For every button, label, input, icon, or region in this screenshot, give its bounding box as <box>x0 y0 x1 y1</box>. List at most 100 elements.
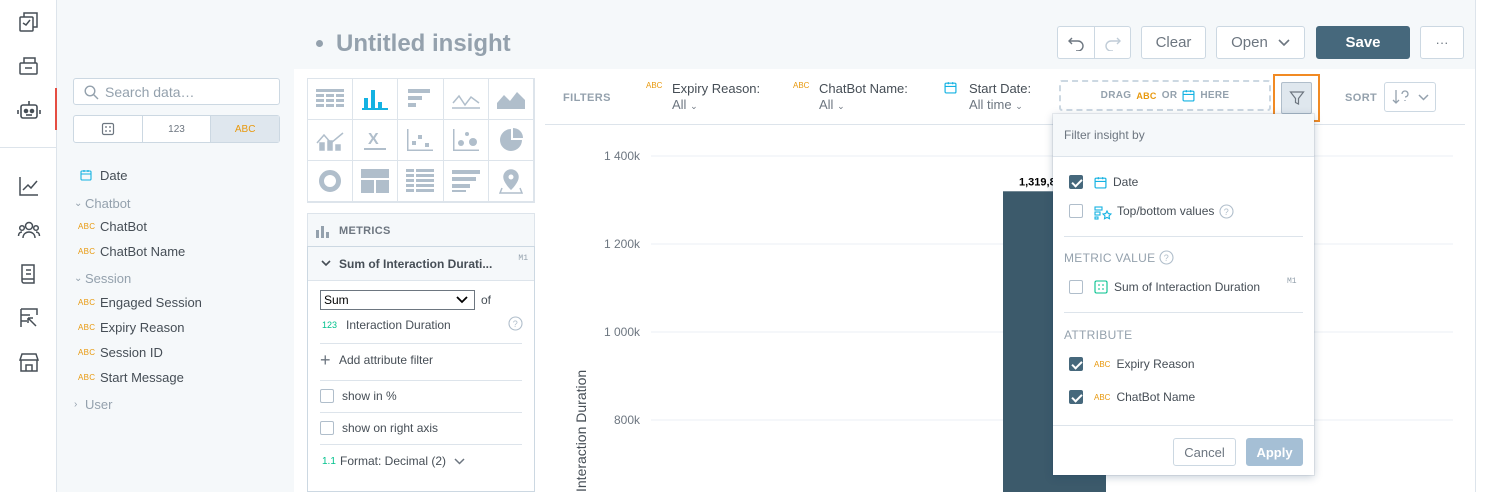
format-selector[interactable]: 1.1 Format: Decimal (2) <box>322 454 465 468</box>
insight-chart: 1 400k 1 200k 1 000k 800k Interaction Durati… <box>573 149 1453 492</box>
filter-expiry-reason[interactable]: ABC Expiry Reason: All ⌄ <box>646 81 761 112</box>
search-input[interactable] <box>105 83 275 101</box>
y-tick-label: 1 200k <box>604 237 641 251</box>
catalog-item-engaged-session[interactable]: ABC Engaged Session <box>78 293 202 311</box>
app-navigation <box>0 0 57 492</box>
bar-chart-icon[interactable] <box>398 79 444 120</box>
metric-checkbox[interactable] <box>1069 280 1083 294</box>
catalog-item-start-message[interactable]: ABC Start Message <box>78 368 184 386</box>
pie-chart-icon[interactable] <box>488 120 534 161</box>
show-right-axis-checkbox[interactable] <box>320 421 334 435</box>
redo-button[interactable] <box>1094 26 1131 59</box>
right-scroll-area <box>1475 0 1494 492</box>
attribute-type-icon: ABC <box>78 246 96 256</box>
filter-drop-zone[interactable]: DRAG ABC OR HERE <box>1059 80 1271 111</box>
metric-header[interactable]: Sum of Interaction Durati... M1 <box>308 247 534 281</box>
sort-button[interactable] <box>1384 82 1436 112</box>
bar-data-label: 1,319,8 <box>1019 176 1056 188</box>
date-checkbox[interactable] <box>1069 175 1083 189</box>
area-chart-icon[interactable] <box>488 79 534 120</box>
analyze-icon[interactable] <box>15 52 43 80</box>
option-metric[interactable]: Sum of Interaction Duration <box>1069 278 1260 296</box>
column-chart-icon[interactable] <box>353 79 399 120</box>
store-icon[interactable] <box>15 348 43 376</box>
chevron-down-icon: ⌄ <box>74 197 83 209</box>
clear-button[interactable]: Clear <box>1141 26 1206 59</box>
expiry-reason-checkbox[interactable] <box>1069 357 1083 371</box>
option-top-bottom[interactable]: Top/bottom values ? <box>1069 202 1234 220</box>
type-filter-all[interactable] <box>74 116 143 142</box>
catalog-item-expiry-reason[interactable]: ABC Expiry Reason <box>78 318 185 336</box>
insight-title[interactable]: Untitled insight <box>336 30 511 58</box>
catalog-item-session-id[interactable]: ABC Session ID <box>78 343 163 361</box>
divider <box>1064 236 1303 237</box>
measure-label: Interaction Duration <box>346 318 451 332</box>
line-chart-icon[interactable] <box>443 79 489 120</box>
help-icon[interactable]: ? <box>1159 250 1174 265</box>
scatter-plot-icon[interactable] <box>398 120 444 161</box>
treemap-icon[interactable] <box>353 161 399 202</box>
open-button[interactable]: Open <box>1216 26 1305 59</box>
add-attribute-filter-button[interactable]: + Add attribute filter <box>320 351 434 369</box>
more-button[interactable]: ··· <box>1420 26 1464 59</box>
undo-button[interactable] <box>1057 26 1094 59</box>
save-button[interactable]: Save <box>1316 26 1410 59</box>
type-filter-attributes[interactable]: ABC <box>211 116 280 142</box>
donut-chart-icon[interactable] <box>308 161 354 202</box>
chatbot-icon[interactable] <box>15 96 43 124</box>
catalog-item-chatbot[interactable]: ABC ChatBot <box>78 217 147 235</box>
metric-title: Sum of Interaction Durati... <box>339 256 493 271</box>
unsaved-dot <box>316 40 323 47</box>
catalog-item-chatbot-name[interactable]: ABC ChatBot Name <box>78 242 185 260</box>
catalog-group-user[interactable]: › User <box>74 395 112 413</box>
combo-chart-icon[interactable] <box>308 120 354 161</box>
attribute-type-icon: ABC <box>78 221 96 231</box>
top-bottom-checkbox[interactable] <box>1069 204 1083 218</box>
attribute-section: ATTRIBUTE <box>1064 328 1133 342</box>
catalog-item-label: Date <box>100 167 128 183</box>
filter-start-date[interactable]: Start Date: All time ⌄ <box>944 81 1031 112</box>
geo-chart-icon[interactable] <box>488 161 534 202</box>
filter-name: Expiry Reason: <box>672 81 761 96</box>
users-icon[interactable] <box>15 216 43 244</box>
catalog-group-session[interactable]: ⌄ Session <box>74 269 131 287</box>
filter-value: All ⌄ <box>819 97 845 112</box>
trends-icon[interactable] <box>15 172 43 200</box>
chatbot-name-checkbox[interactable] <box>1069 390 1083 404</box>
retention-icon[interactable] <box>15 304 43 332</box>
option-label: Expiry Reason <box>1116 357 1195 371</box>
add-filter-label: Add attribute filter <box>339 353 434 367</box>
undo-icon <box>1068 37 1084 51</box>
visualization-picker: X <box>307 78 535 203</box>
catalog-item-label: Start Message <box>100 369 184 385</box>
chevron-down-icon <box>455 293 469 310</box>
show-percent-checkbox[interactable] <box>320 389 334 403</box>
reports-icon[interactable] <box>15 260 43 288</box>
metrics-label: METRICS <box>339 224 391 237</box>
option-date[interactable]: Date <box>1069 173 1138 191</box>
table-viz-icon[interactable] <box>308 79 354 120</box>
filter-chatbot-name[interactable]: ABC ChatBot Name: All ⌄ <box>793 81 908 112</box>
option-expiry-reason[interactable]: ABC Expiry Reason <box>1069 355 1195 373</box>
show-right-axis-option[interactable]: show on right axis <box>320 421 438 435</box>
catalog-item-date[interactable]: Date <box>80 166 127 184</box>
help-icon[interactable]: ? <box>1219 203 1234 219</box>
bubble-chart-icon[interactable] <box>443 120 489 161</box>
calendar-icon <box>80 169 100 181</box>
dashboards-icon[interactable] <box>15 8 43 36</box>
all-types-icon <box>101 122 114 136</box>
option-chatbot-name[interactable]: ABC ChatBot Name <box>1069 388 1195 406</box>
measure-type-icon: 123 <box>322 320 338 330</box>
cancel-button[interactable]: Cancel <box>1173 438 1236 466</box>
bullet-chart-icon[interactable] <box>443 161 489 202</box>
catalog-group-chatbot[interactable]: ⌄ Chatbot <box>74 194 131 212</box>
apply-button[interactable]: Apply <box>1246 438 1303 466</box>
y-axis-title: Interaction Duration <box>573 370 589 492</box>
aggregation-select[interactable]: Sum <box>320 290 475 310</box>
headline-viz-icon[interactable]: X <box>353 120 399 161</box>
show-percent-option[interactable]: show in % <box>320 389 397 403</box>
type-filter-measures[interactable]: 123 <box>143 116 212 142</box>
heatmap-icon[interactable] <box>398 161 444 202</box>
y-tick-label: 800k <box>614 413 641 427</box>
help-icon[interactable]: ? <box>508 316 523 334</box>
